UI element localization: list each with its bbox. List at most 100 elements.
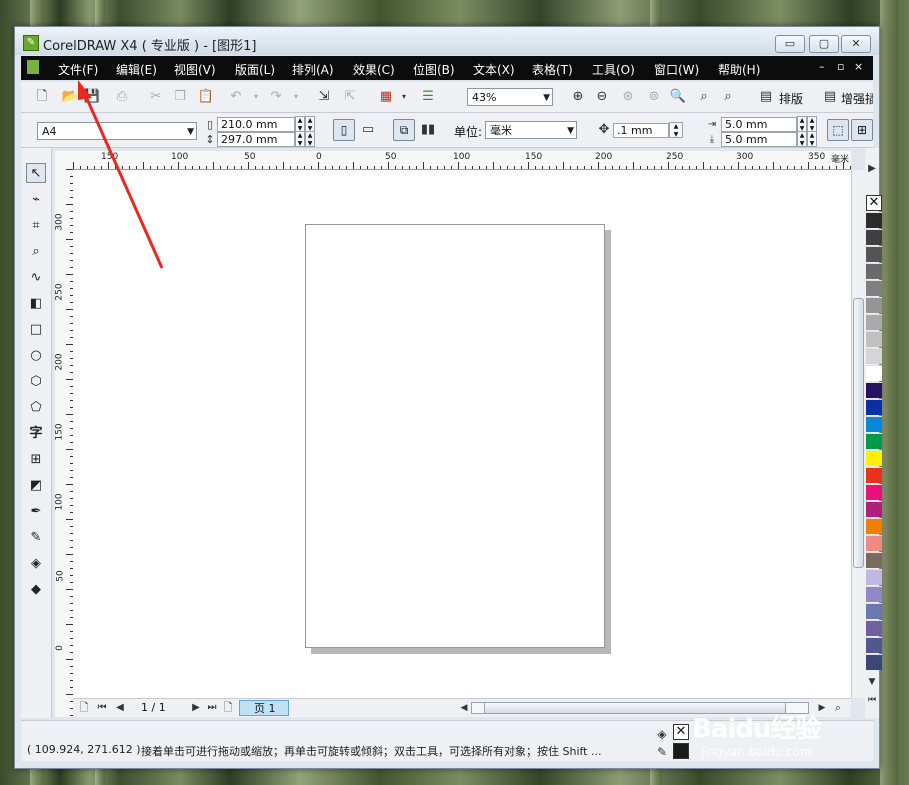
menu-layout[interactable]: 版面(L) — [235, 61, 275, 78]
nudge-distance-field[interactable]: .1 mm — [613, 123, 669, 138]
dup-y-spinner-up[interactable]: ▲ ▼ — [797, 131, 807, 147]
outline-color-swatch[interactable] — [673, 743, 689, 759]
menu-edit[interactable]: 编辑(E) — [116, 61, 157, 78]
launcher-dropdown-icon[interactable]: ▾ — [395, 88, 413, 106]
page-tab[interactable]: 页 1 — [239, 700, 289, 716]
color-swatch[interactable] — [866, 637, 882, 653]
color-swatch[interactable] — [866, 246, 882, 262]
redo-dropdown-icon[interactable]: ▾ — [287, 88, 305, 106]
zoom-tool-icon[interactable]: ⌕ — [26, 242, 46, 262]
menu-arrange[interactable]: 排列(A) — [292, 61, 334, 78]
doc-minimize-button[interactable]: – — [819, 60, 825, 73]
add-page-before-icon[interactable]: 🗋 — [75, 699, 93, 717]
menu-text[interactable]: 文本(X) — [473, 61, 515, 78]
color-swatch[interactable] — [866, 212, 882, 228]
color-swatch[interactable] — [866, 586, 882, 602]
text-tool-icon[interactable]: 字 — [26, 424, 46, 444]
import-icon[interactable]: ⇲ — [315, 88, 333, 106]
doc-restore-button[interactable]: ▫ — [837, 60, 844, 73]
zoom-out-icon[interactable]: ⊖ — [593, 88, 611, 106]
color-swatch[interactable] — [866, 314, 882, 330]
enhance-icon[interactable]: ▤ — [821, 88, 839, 106]
color-swatch[interactable] — [866, 501, 882, 517]
color-swatch[interactable] — [866, 365, 882, 381]
portrait-button[interactable]: ▯ — [333, 119, 355, 141]
export-icon[interactable]: ⇱ — [341, 88, 359, 106]
a4-page[interactable] — [305, 224, 605, 648]
outline-tool-icon[interactable]: ✎ — [26, 528, 46, 548]
table-tool-icon[interactable]: ⊞ — [26, 450, 46, 470]
palette-scroll-up-icon[interactable]: ▶ — [863, 160, 881, 178]
landscape-button[interactable]: ▭ — [359, 121, 377, 139]
no-color-swatch[interactable]: ✕ — [866, 195, 882, 211]
page-width-field[interactable]: 210.0 mm — [217, 117, 295, 132]
pick-tool-icon[interactable]: ↖ — [26, 163, 46, 183]
ruler-origin[interactable] — [55, 151, 74, 170]
dup-y-spinner-down[interactable]: ▲ ▼ — [807, 131, 817, 147]
menu-help[interactable]: 帮助(H) — [718, 61, 760, 78]
maximize-button[interactable]: ▢ — [809, 35, 839, 53]
height-lock[interactable]: ▲ ▼ — [305, 131, 315, 147]
snap-to-grid-button[interactable]: ⊞ — [851, 119, 873, 141]
minimize-button[interactable]: ▭ — [775, 35, 805, 53]
print-icon[interactable]: ⎙ — [113, 88, 131, 106]
color-swatch[interactable] — [866, 467, 882, 483]
new-document-icon[interactable]: 🗋 — [33, 88, 51, 106]
horizontal-ruler[interactable]: 150 100 50 0 50 100 150 200 250 300 350 … — [73, 151, 851, 170]
dup-x-spinner-down[interactable]: ▲ ▼ — [807, 116, 817, 132]
color-swatch[interactable] — [866, 654, 882, 670]
basic-shapes-tool-icon[interactable]: ⬠ — [26, 398, 46, 418]
navigator-icon[interactable]: ⌕ — [829, 699, 847, 717]
page-height-field[interactable]: 297.0 mm — [217, 132, 295, 147]
save-icon[interactable]: 💾 — [83, 88, 101, 106]
color-swatch[interactable] — [866, 569, 882, 585]
menu-bitmaps[interactable]: 位图(B) — [413, 61, 455, 78]
menu-view[interactable]: 视图(V) — [174, 61, 216, 78]
vertical-scroll-thumb[interactable] — [853, 298, 864, 568]
close-button[interactable]: ✕ — [841, 35, 871, 53]
crop-tool-icon[interactable]: ⌗ — [26, 216, 46, 236]
zoom-page-width-icon[interactable]: ⌕ — [695, 88, 713, 106]
color-swatch[interactable] — [866, 433, 882, 449]
menu-file[interactable]: 文件(F) — [58, 61, 98, 78]
enhance-label[interactable]: 增强插 — [841, 90, 873, 107]
color-swatch[interactable] — [866, 620, 882, 636]
duplicate-x-field[interactable]: 5.0 mm — [721, 117, 797, 132]
redo-icon[interactable]: ↷ — [267, 88, 285, 106]
drawing-canvas[interactable] — [73, 170, 851, 698]
nudge-spinner[interactable]: ▲ ▼ — [669, 122, 683, 138]
rectangle-tool-icon[interactable]: □ — [26, 320, 46, 340]
current-page-icon[interactable]: ▮▮ — [419, 121, 437, 139]
color-swatch[interactable] — [866, 399, 882, 415]
eyedropper-tool-icon[interactable]: ✒ — [26, 502, 46, 522]
smart-fill-tool-icon[interactable]: ◧ — [26, 294, 46, 314]
color-swatch[interactable] — [866, 416, 882, 432]
zoom-in-icon[interactable]: ⊕ — [569, 88, 587, 106]
color-swatch[interactable] — [866, 535, 882, 551]
dup-x-spinner-up[interactable]: ▲ ▼ — [797, 116, 807, 132]
menu-tools[interactable]: 工具(O) — [592, 61, 635, 78]
menu-window[interactable]: 窗口(W) — [654, 61, 699, 78]
height-spinner[interactable]: ▲ ▼ — [295, 131, 305, 147]
color-swatch[interactable] — [866, 263, 882, 279]
menu-table[interactable]: 表格(T) — [532, 61, 573, 78]
color-swatch[interactable] — [866, 450, 882, 466]
menu-effects[interactable]: 效果(C) — [353, 61, 395, 78]
zoom-page-icon[interactable]: 🔍 — [669, 88, 687, 106]
color-swatch[interactable] — [866, 229, 882, 245]
fill-none-swatch[interactable]: ✕ — [673, 724, 689, 740]
freehand-tool-icon[interactable]: ∿ — [26, 268, 46, 288]
doc-close-button[interactable]: × — [854, 60, 863, 73]
duplicate-y-field[interactable]: 5.0 mm — [721, 132, 797, 147]
color-swatch[interactable] — [866, 484, 882, 500]
undo-dropdown-icon[interactable]: ▾ — [247, 88, 265, 106]
add-page-after-icon[interactable]: 🗋 — [219, 699, 237, 717]
color-swatch[interactable] — [866, 603, 882, 619]
color-swatch[interactable] — [866, 331, 882, 347]
fill-tool-icon[interactable]: ◈ — [26, 554, 46, 574]
color-swatch[interactable] — [866, 518, 882, 534]
zoom-level-combo[interactable]: 43% ▼ — [467, 88, 553, 106]
vertical-scrollbar[interactable] — [851, 170, 866, 698]
arrange-label[interactable]: 排版 — [779, 90, 803, 107]
color-swatch[interactable] — [866, 382, 882, 398]
